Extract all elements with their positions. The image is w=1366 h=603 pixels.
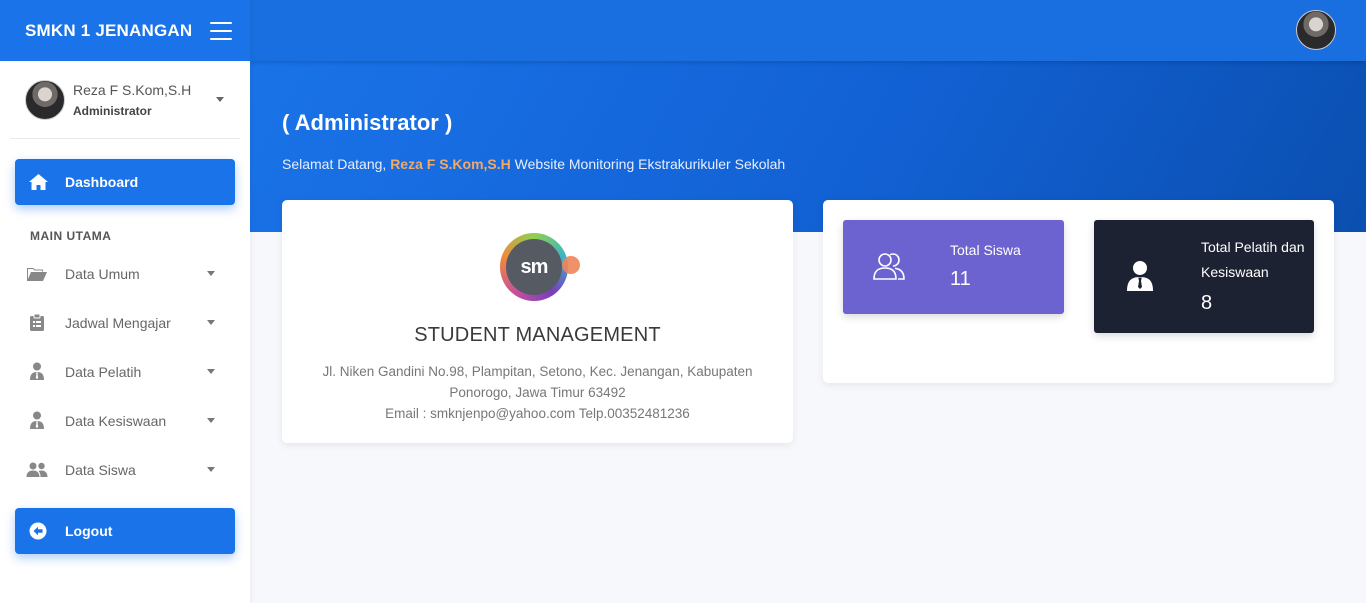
- arrow-left-circle-icon: [27, 520, 49, 542]
- logout-label: Logout: [65, 523, 113, 539]
- chevron-down-icon: [207, 369, 215, 374]
- sidebar-item-jadwal-mengajar[interactable]: Jadwal Mengajar: [0, 298, 250, 347]
- clipboard-icon: [26, 313, 48, 333]
- folder-open-icon: [26, 264, 48, 284]
- section-label: MAIN UTAMA: [30, 229, 112, 243]
- school-address: Jl. Niken Gandini No.98, Plampitan, Seto…: [312, 361, 763, 424]
- avatar[interactable]: [1296, 10, 1336, 50]
- sidebar-item-data-pelatih[interactable]: Data Pelatih: [0, 347, 250, 396]
- avatar: [25, 79, 65, 120]
- chevron-down-icon: [207, 418, 215, 423]
- sidebar-item-label: Data Umum: [65, 265, 140, 282]
- chevron-down-icon: [207, 271, 215, 276]
- users-outline-icon: [871, 248, 907, 284]
- logo-accent-dot: [562, 256, 580, 274]
- logo-text: sm: [506, 239, 562, 295]
- stat-value: 8: [1201, 292, 1213, 314]
- greeting-prefix: Selamat Datang,: [282, 156, 387, 172]
- sidebar: SMKN 1 JENANGAN Reza F S.Kom,S.H Adminis…: [0, 0, 250, 603]
- school-logo: sm: [500, 233, 568, 301]
- chevron-down-icon: [207, 467, 215, 472]
- logout-button[interactable]: Logout: [15, 508, 235, 554]
- page-title: ( Administrator ): [282, 110, 453, 135]
- top-navbar: [250, 0, 1366, 61]
- sidebar-menu: Data Umum Jadwal Mengajar Data Pelatih D…: [0, 249, 250, 494]
- greeting-suffix: Website Monitoring Ekstrakurikuler Sekol…: [514, 156, 786, 172]
- user-profile[interactable]: Reza F S.Kom,S.H Administrator: [10, 61, 240, 139]
- chevron-down-icon: [207, 320, 215, 325]
- contact-line: Email : smknjenpo@yahoo.com Telp.0035248…: [385, 406, 690, 421]
- school-info-card: sm STUDENT MANAGEMENT Jl. Niken Gandini …: [282, 200, 793, 443]
- user-tie-icon: [26, 362, 48, 382]
- stat-value: 11: [950, 268, 971, 290]
- chevron-down-icon[interactable]: [216, 97, 224, 102]
- brand-title[interactable]: SMKN 1 JENANGAN: [25, 21, 192, 41]
- user-name: Reza F S.Kom,S.H: [73, 81, 192, 98]
- sidebar-item-label: Dashboard: [65, 174, 139, 190]
- welcome-text: Selamat Datang, Reza F S.Kom,S.H Website…: [282, 156, 785, 172]
- user-tie-icon: [26, 411, 48, 431]
- stat-label: Total Siswa: [950, 242, 1021, 258]
- stat-label: Total Pelatih dan Kesiswaan: [1201, 239, 1305, 280]
- brand-bar: SMKN 1 JENANGAN: [0, 0, 250, 61]
- sidebar-item-data-siswa[interactable]: Data Siswa: [0, 445, 250, 494]
- user-info: Reza F S.Kom,S.H Administrator: [73, 82, 191, 118]
- sidebar-item-data-kesiswaan[interactable]: Data Kesiswaan: [0, 396, 250, 445]
- user-role: Administrator: [73, 103, 152, 118]
- stat-total-siswa[interactable]: Total Siswa 11: [843, 220, 1064, 314]
- stat-total-pelatih[interactable]: Total Pelatih dan Kesiswaan 8: [1094, 220, 1314, 333]
- sidebar-item-data-umum[interactable]: Data Umum: [0, 249, 250, 298]
- stats-card: Total Siswa 11 Total Pelatih dan Kesiswa…: [823, 200, 1334, 383]
- school-title: STUDENT MANAGEMENT: [414, 324, 661, 346]
- address-line: Jl. Niken Gandini No.98, Plampitan, Seto…: [322, 364, 753, 400]
- sidebar-item-label: Data Kesiswaan: [65, 412, 167, 429]
- sidebar-item-label: Jadwal Mengajar: [65, 314, 171, 331]
- user-tie-icon: [1122, 258, 1158, 294]
- home-icon: [27, 171, 49, 193]
- hamburger-menu-icon[interactable]: [210, 21, 232, 40]
- sidebar-item-label: Data Pelatih: [65, 363, 142, 380]
- sidebar-item-dashboard[interactable]: Dashboard: [15, 159, 235, 205]
- greeting-user-name: Reza F S.Kom,S.H: [390, 156, 511, 172]
- users-icon: [26, 460, 48, 480]
- sidebar-item-label: Data Siswa: [65, 461, 136, 478]
